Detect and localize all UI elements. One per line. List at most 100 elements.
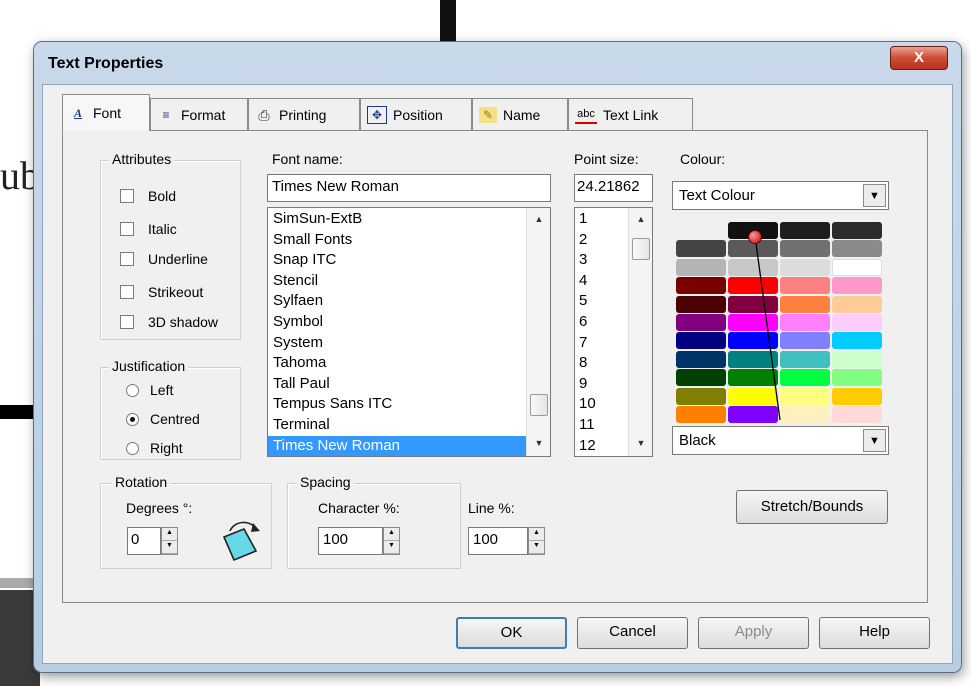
- point-size-items: 1 2 3 4 5 6 7 8 9 10 11 12: [575, 209, 627, 456]
- font-list-item[interactable]: Tall Paul: [268, 374, 526, 395]
- colour-select[interactable]: Black ▼: [672, 426, 889, 455]
- spin-up-icon[interactable]: ▲: [162, 528, 177, 541]
- colour-type-select[interactable]: Text Colour ▼: [672, 181, 889, 210]
- font-list-item[interactable]: Stencil: [268, 271, 526, 292]
- font-list-items: SimSun-ExtB Small Fonts Snap ITC Stencil…: [268, 209, 526, 456]
- point-size-scroll-thumb[interactable]: [632, 238, 650, 260]
- tab-position-label: Position: [393, 106, 443, 123]
- font-name-list[interactable]: SimSun-ExtB Small Fonts Snap ITC Stencil…: [267, 207, 551, 457]
- justification-legend: Justification: [109, 358, 189, 374]
- font-list-item[interactable]: Symbol: [268, 312, 526, 333]
- colour-label: Colour:: [680, 151, 726, 167]
- spin-up-icon[interactable]: ▲: [384, 528, 399, 541]
- degrees-spinner[interactable]: ▲ ▼: [161, 527, 178, 555]
- tab-printing[interactable]: ⎙ Printing: [248, 98, 360, 130]
- cancel-button[interactable]: Cancel: [577, 617, 688, 649]
- rotation-legend: Rotation: [112, 474, 171, 490]
- tab-position[interactable]: ✥ Position: [360, 98, 472, 130]
- point-size-item[interactable]: 5: [575, 291, 627, 312]
- stretch-bounds-button[interactable]: Stretch/Bounds: [736, 490, 888, 524]
- tab-name[interactable]: ✎ Name: [472, 98, 568, 130]
- apply-button[interactable]: Apply: [698, 617, 809, 649]
- character-spacing-input[interactable]: 100: [318, 527, 383, 555]
- spin-down-icon[interactable]: ▼: [384, 541, 399, 554]
- font-list-item[interactable]: Small Fonts: [268, 230, 526, 251]
- spin-down-icon[interactable]: ▼: [162, 541, 177, 554]
- font-name-input[interactable]: Times New Roman: [267, 174, 551, 202]
- spin-up-icon[interactable]: ▲: [529, 528, 544, 541]
- chevron-down-icon[interactable]: ▼: [863, 429, 886, 452]
- point-size-item[interactable]: 9: [575, 374, 627, 395]
- left-label: Left: [150, 382, 174, 398]
- scroll-up-icon[interactable]: ▲: [527, 214, 550, 224]
- character-label: Character %:: [318, 500, 400, 516]
- line-spacing-spinner[interactable]: ▲ ▼: [528, 527, 545, 555]
- 3d-shadow-label: 3D shadow: [148, 314, 219, 330]
- 3d-shadow-checkbox[interactable]: [120, 315, 134, 329]
- strikeout-label: Strikeout: [148, 284, 204, 300]
- left-radio[interactable]: [126, 384, 139, 397]
- spacing-group: [287, 483, 461, 569]
- centred-radio[interactable]: [126, 413, 139, 426]
- line-label: Line %:: [468, 500, 515, 516]
- point-size-scrollbar[interactable]: ▲ ▼: [628, 208, 652, 456]
- tab-format[interactable]: ≡ Format: [150, 98, 248, 130]
- font-list-item[interactable]: SimSun-ExtB: [268, 209, 526, 230]
- font-list-item[interactable]: Sylfaen: [268, 291, 526, 312]
- point-size-item[interactable]: 2: [575, 230, 627, 251]
- rotate-icon[interactable]: [216, 515, 262, 565]
- tab-format-label: Format: [181, 106, 226, 123]
- point-size-item[interactable]: 6: [575, 312, 627, 333]
- point-size-label: Point size:: [574, 151, 639, 167]
- tab-printing-label: Printing: [279, 106, 327, 123]
- point-size-item[interactable]: 1: [575, 209, 627, 230]
- line-spacing-input[interactable]: 100: [468, 527, 528, 555]
- point-size-item[interactable]: 11: [575, 415, 627, 436]
- attributes-group: [100, 160, 241, 340]
- point-size-item[interactable]: 7: [575, 333, 627, 354]
- font-list-item[interactable]: Tempus Sans ITC: [268, 394, 526, 415]
- degrees-input[interactable]: 0: [127, 527, 161, 555]
- font-name-label: Font name:: [272, 151, 343, 167]
- text-link-icon: abc: [575, 106, 597, 124]
- help-button[interactable]: Help: [819, 617, 930, 649]
- font-list-item-selected[interactable]: Times New Roman: [268, 435, 526, 456]
- background-bar: [440, 0, 456, 48]
- character-spacing-spinner[interactable]: ▲ ▼: [383, 527, 400, 555]
- point-size-list[interactable]: 1 2 3 4 5 6 7 8 9 10 11 12 ▲ ▼: [574, 207, 653, 457]
- italic-checkbox[interactable]: [120, 222, 134, 236]
- point-size-item[interactable]: 12: [575, 436, 627, 456]
- font-list-scrollbar[interactable]: ▲ ▼: [526, 208, 550, 456]
- ok-button[interactable]: OK: [456, 617, 567, 649]
- printer-icon: ⎙: [258, 106, 270, 123]
- italic-label: Italic: [148, 221, 177, 237]
- font-list-scroll-thumb[interactable]: [530, 394, 548, 416]
- scroll-up-icon[interactable]: ▲: [629, 214, 652, 224]
- tab-text-link[interactable]: abc Text Link: [568, 98, 693, 130]
- spin-down-icon[interactable]: ▼: [529, 541, 544, 554]
- underline-label: Underline: [148, 251, 208, 267]
- point-size-item[interactable]: 4: [575, 271, 627, 292]
- point-size-item[interactable]: 8: [575, 353, 627, 374]
- name-tag-icon: ✎: [479, 106, 497, 123]
- font-list-item[interactable]: System: [268, 333, 526, 354]
- close-button[interactable]: X: [890, 46, 948, 70]
- font-list-item[interactable]: Snap ITC: [268, 250, 526, 271]
- tab-font[interactable]: A Font: [62, 94, 150, 131]
- bold-checkbox[interactable]: [120, 189, 134, 203]
- strikeout-checkbox[interactable]: [120, 285, 134, 299]
- degrees-label: Degrees °:: [126, 500, 193, 516]
- position-arrows-icon: ✥: [367, 105, 387, 124]
- underline-checkbox[interactable]: [120, 252, 134, 266]
- font-list-item[interactable]: Terminal: [268, 415, 526, 436]
- point-size-item[interactable]: 3: [575, 250, 627, 271]
- font-list-item[interactable]: Tahoma: [268, 353, 526, 374]
- scroll-down-icon[interactable]: ▼: [527, 438, 550, 448]
- scroll-down-icon[interactable]: ▼: [629, 438, 652, 448]
- chevron-down-icon[interactable]: ▼: [863, 184, 886, 207]
- point-size-input[interactable]: 24.21862: [574, 174, 653, 202]
- colour-picker-knob[interactable]: [748, 230, 762, 244]
- point-size-item[interactable]: 10: [575, 394, 627, 415]
- right-radio[interactable]: [126, 442, 139, 455]
- tab-text-link-label: Text Link: [603, 106, 659, 123]
